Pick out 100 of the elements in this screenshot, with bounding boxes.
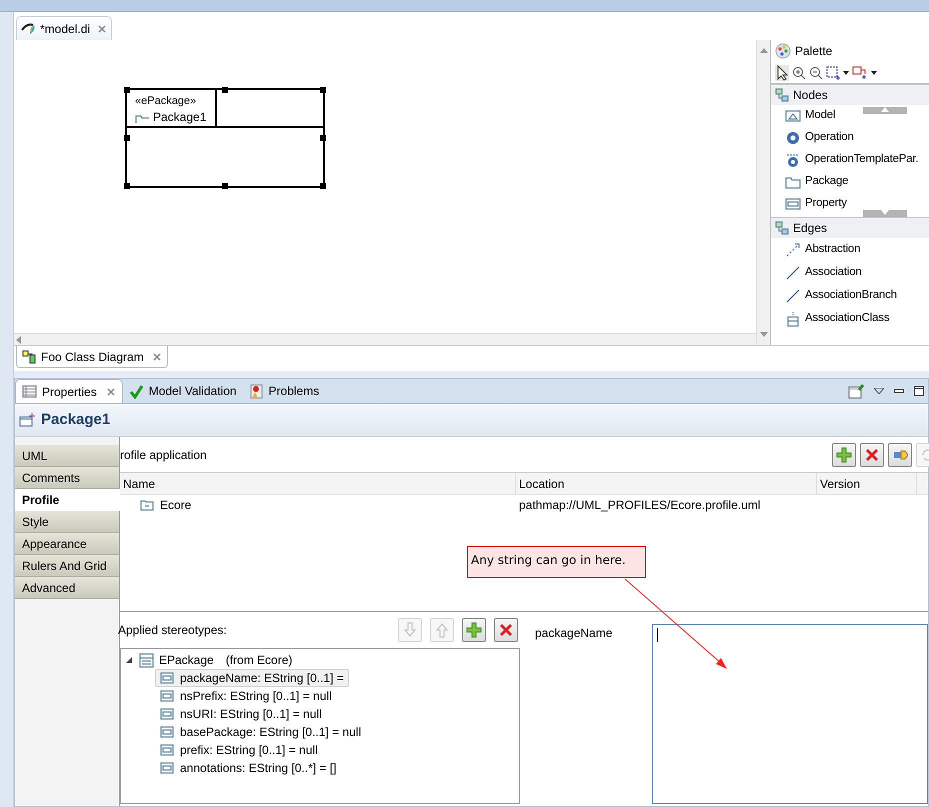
gear-icon: [785, 152, 801, 168]
close-icon[interactable]: [97, 24, 108, 34]
toolbar-button[interactable]: [462, 618, 486, 642]
table-icon: [22, 384, 37, 399]
selection-handle[interactable]: [124, 135, 130, 141]
stereotype-label: «ePackage»: [135, 94, 198, 108]
column-header[interactable]: Version: [817, 473, 917, 494]
connection-icon[interactable]: [852, 66, 868, 80]
section-tab[interactable]: Profile: [15, 489, 120, 511]
property-icon: [160, 690, 174, 702]
section-tab[interactable]: UML: [15, 445, 119, 467]
palette-title: Palette: [795, 43, 832, 60]
scroll-down-icon[interactable]: [760, 332, 768, 337]
zoom-in-icon[interactable]: [792, 66, 806, 80]
section-tab[interactable]: Style: [15, 511, 119, 533]
table-cell-text: pathmap://UML_PROFILES/Ecore.profile.uml: [518, 497, 762, 514]
table-cell: Ecore: [120, 495, 516, 515]
view-tab[interactable]: Problems: [242, 379, 326, 403]
scroll-up-button[interactable]: [863, 107, 907, 114]
section-tab[interactable]: Advanced: [15, 577, 119, 599]
section-tab[interactable]: Rulers And Grid: [15, 555, 119, 577]
toolbar-button[interactable]: [832, 442, 856, 466]
section-label: rofile application: [120, 446, 208, 464]
down-arrow-icon: [402, 622, 418, 638]
palette-item[interactable]: Association: [785, 261, 929, 284]
selection-handle[interactable]: [222, 183, 228, 189]
delete-icon: [498, 622, 514, 638]
pointer-icon[interactable]: [775, 64, 789, 80]
close-icon[interactable]: [106, 386, 116, 396]
expand-toggle-icon[interactable]: [125, 656, 135, 664]
drawer-header[interactable]: Edges: [771, 217, 929, 238]
property-icon: [160, 762, 174, 774]
palette-item[interactable]: AssociationBranch: [785, 284, 929, 307]
palette-item[interactable]: OperationTemplatePar.: [785, 149, 929, 171]
diagram-icon: [22, 350, 36, 364]
selection-handle[interactable]: [222, 87, 228, 93]
view-tab[interactable]: Model Validation: [122, 379, 243, 403]
logo-icon: [21, 22, 37, 36]
selection-handle[interactable]: [320, 87, 326, 93]
vertical-scrollbar[interactable]: [756, 40, 770, 345]
selection-handle[interactable]: [320, 183, 326, 189]
scroll-up-icon: [881, 107, 889, 112]
horizontal-scrollbar[interactable]: [14, 333, 756, 345]
marquee-icon[interactable]: [826, 66, 840, 80]
palette-item[interactable]: Model: [785, 105, 929, 127]
palette-item[interactable]: Property: [785, 193, 929, 215]
minimize-icon[interactable]: [894, 389, 904, 393]
scroll-down-button[interactable]: [863, 210, 907, 217]
dropdown-caret-icon[interactable]: [871, 70, 877, 74]
dropdown-caret-icon[interactable]: [843, 70, 849, 74]
toolbar-button[interactable]: [888, 442, 912, 466]
drawer-header[interactable]: Nodes: [771, 84, 929, 105]
pin-icon[interactable]: [848, 384, 864, 398]
package-icon: [19, 413, 35, 427]
maximize-icon[interactable]: [914, 386, 924, 396]
callout-note: Any string can go in here.: [467, 546, 646, 578]
dashed-arrow-icon: [785, 242, 801, 258]
tree-item[interactable]: EPackage (from Ecore): [139, 651, 292, 669]
selection-handle[interactable]: [124, 183, 130, 189]
column-header[interactable]: Location: [516, 473, 817, 494]
stereotype-icon: [139, 652, 154, 668]
section-tab[interactable]: Appearance: [15, 533, 119, 555]
package-node[interactable]: «ePackage» Package1: [125, 88, 325, 188]
palette-item[interactable]: Operation: [785, 127, 929, 149]
tree-item[interactable]: basePackage: EString [0..1] = null: [155, 723, 366, 741]
property-icon: [160, 708, 174, 720]
close-icon[interactable]: [152, 352, 162, 362]
plus-icon: [466, 622, 482, 638]
plus-icon: [836, 446, 852, 462]
selection-handle[interactable]: [124, 87, 130, 93]
profile-icon: [140, 499, 154, 511]
tree-item[interactable]: nsPrefix: EString [0..1] = null: [155, 687, 337, 705]
palette-item[interactable]: AssociationClass: [785, 307, 929, 330]
problems-icon: [248, 384, 264, 398]
scroll-left-icon[interactable]: [16, 336, 22, 344]
section-label: Applied stereotypes:: [118, 622, 228, 639]
toolbar-button[interactable]: [494, 618, 518, 642]
text-area[interactable]: [652, 624, 928, 804]
toolbar-button[interactable]: [860, 442, 884, 466]
tree-item[interactable]: nsURI: EString [0..1] = null: [155, 705, 327, 723]
line-icon: [785, 288, 801, 304]
tree-item[interactable]: packageName: EString [0..1] =: [155, 669, 349, 687]
zoom-out-icon[interactable]: [809, 66, 823, 80]
palette-icon: [775, 43, 791, 59]
gear-icon: [785, 130, 801, 146]
scroll-up-icon[interactable]: [760, 48, 768, 53]
package-name: Package1: [153, 109, 206, 126]
column-header[interactable]: Name: [120, 473, 516, 494]
diagram-tab[interactable]: Foo Class Diagram: [16, 346, 168, 368]
up-arrow-icon: [434, 622, 450, 638]
property-icon: [160, 744, 174, 756]
tree-item[interactable]: annotations: EString [0..*] = []: [155, 759, 342, 777]
editor-tab[interactable]: *model.di: [16, 16, 112, 40]
tree-item[interactable]: prefix: EString [0..1] = null: [155, 741, 323, 759]
view-menu-icon[interactable]: [874, 388, 884, 394]
selection-handle[interactable]: [320, 135, 326, 141]
section-tab[interactable]: Comments: [15, 467, 119, 489]
view-tab[interactable]: Properties: [15, 379, 123, 403]
palette-item[interactable]: Abstraction: [785, 238, 929, 261]
palette-item[interactable]: Package: [785, 171, 929, 193]
